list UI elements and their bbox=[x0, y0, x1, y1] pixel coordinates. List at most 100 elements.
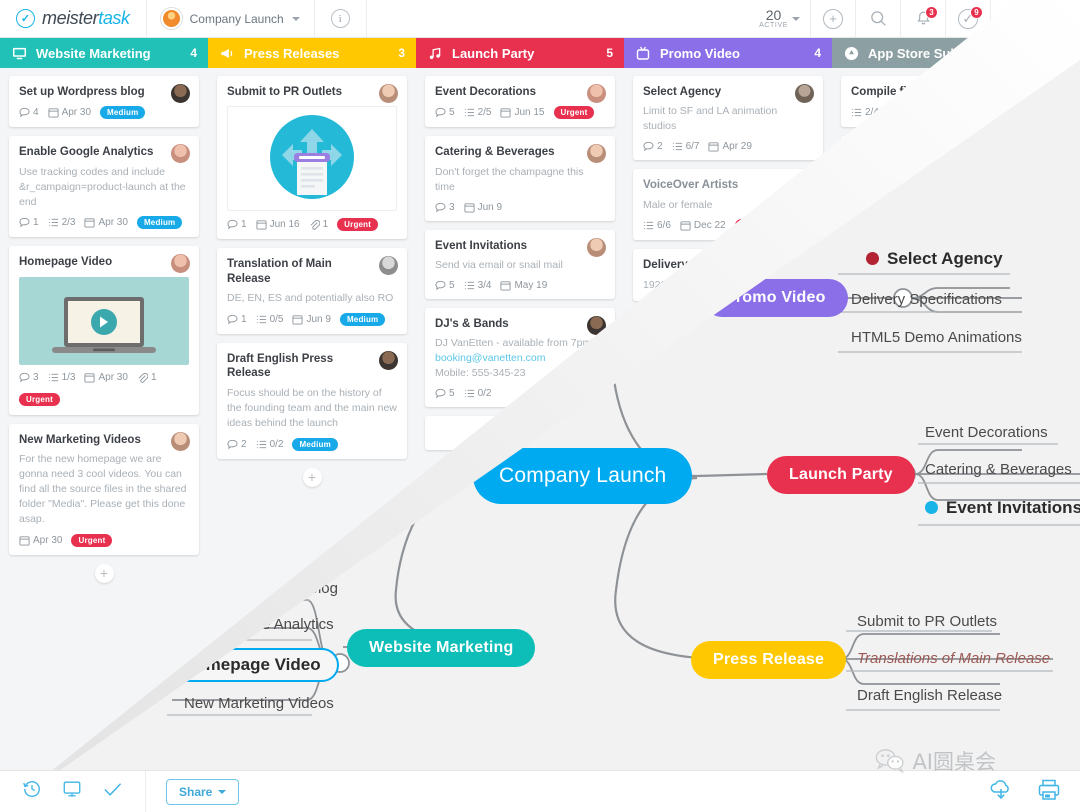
mindmap-leaf-translations-main-release[interactable]: Translations of Main Release bbox=[857, 650, 1050, 670]
avatar[interactable] bbox=[795, 84, 814, 103]
task-card[interactable]: Submit to PR Outlets 1 Jun 16 1 Urgent bbox=[217, 76, 407, 240]
comments-count[interactable]: 3 bbox=[19, 372, 39, 383]
print-button[interactable] bbox=[1036, 778, 1062, 807]
comments-count[interactable]: 4 bbox=[19, 107, 39, 118]
presentation-icon[interactable] bbox=[62, 779, 82, 804]
priority-tag[interactable]: Urgent bbox=[337, 218, 379, 232]
chevron-down-icon[interactable] bbox=[291, 16, 300, 21]
priority-tag[interactable]: Medium bbox=[136, 216, 183, 230]
checklist-progress[interactable]: 3/4 bbox=[464, 280, 491, 291]
task-card[interactable]: Event Invitations Send via email or snai… bbox=[425, 229, 615, 299]
comments-count[interactable]: 5 bbox=[435, 388, 455, 399]
priority-tag[interactable]: Medium bbox=[100, 106, 146, 120]
mindmap-branch-press-release[interactable]: Press Release bbox=[691, 641, 847, 679]
task-card[interactable]: Homepage Video 3 1/3 Apr 30 1 Urgent bbox=[9, 246, 199, 415]
checklist-progress[interactable]: 6/7 bbox=[672, 141, 699, 152]
due-date[interactable]: Apr 30 bbox=[84, 217, 128, 228]
mindmap-leaf-event-decorations[interactable]: Event Decorations bbox=[925, 424, 1048, 444]
search-button[interactable] bbox=[855, 0, 900, 38]
checklist-progress[interactable]: 2/3 bbox=[48, 217, 75, 228]
mindmap-leaf-submit-pr-outlets[interactable]: Submit to PR Outlets bbox=[857, 613, 997, 633]
card-thumbnail[interactable] bbox=[19, 276, 189, 365]
mindmap-leaf-new-marketing-videos[interactable]: New Marketing Videos bbox=[184, 695, 334, 715]
task-card[interactable]: Catering & Beverages Don't forget the ch… bbox=[425, 136, 615, 221]
priority-tag[interactable]: Medium bbox=[339, 313, 386, 327]
column-header-promo-video[interactable]: Promo Video 4 bbox=[624, 38, 832, 68]
priority-tag[interactable]: Urgent bbox=[19, 392, 60, 406]
chevron-down-icon[interactable] bbox=[792, 16, 800, 21]
avatar[interactable] bbox=[379, 351, 398, 371]
column-header-launch-party[interactable]: Launch Party 5 bbox=[416, 38, 624, 68]
comments-count[interactable]: 1 bbox=[227, 314, 247, 325]
column-header-website-marketing[interactable]: Website Marketing 4 bbox=[0, 38, 208, 68]
task-card[interactable]: Set up Wordpress blog 4 Apr 30 Medium bbox=[9, 76, 199, 128]
cloud-download-button[interactable] bbox=[988, 778, 1014, 807]
avatar[interactable] bbox=[171, 144, 190, 164]
avatar[interactable] bbox=[171, 254, 190, 274]
mindmap-branch-website-marketing[interactable]: Website Marketing bbox=[347, 629, 536, 667]
comments-count[interactable]: 5 bbox=[435, 280, 455, 291]
comments-count[interactable]: 5 bbox=[435, 107, 455, 118]
comments-count[interactable]: 3 bbox=[435, 202, 455, 213]
checklist-progress[interactable]: 0/5 bbox=[256, 314, 283, 325]
priority-tag[interactable]: Medium bbox=[292, 437, 338, 451]
task-card[interactable]: Translation of Main Release DE, EN, ES a… bbox=[217, 248, 407, 335]
task-card[interactable]: Select Agency Limit to SF and LA animati… bbox=[633, 76, 823, 161]
notifications-button[interactable]: 3 bbox=[900, 0, 945, 38]
due-date[interactable]: Apr 30 bbox=[84, 372, 128, 383]
comments-count[interactable]: 1 bbox=[227, 219, 247, 230]
due-date[interactable]: Jun 16 bbox=[256, 219, 300, 230]
comments-count[interactable]: 2 bbox=[227, 439, 247, 450]
avatar[interactable] bbox=[171, 431, 190, 451]
avatar[interactable] bbox=[587, 84, 606, 103]
due-date[interactable]: Apr 30 bbox=[19, 535, 62, 546]
mindmap-branch-launch-party[interactable]: Launch Party bbox=[767, 456, 915, 494]
task-card[interactable]: Event Decorations 5 2/5 Jun 15 Urgent bbox=[425, 76, 615, 128]
mindmap-leaf-catering-beverages[interactable]: Catering & Beverages bbox=[925, 461, 1072, 481]
mindmap-leaf-select-agency[interactable]: Select Agency bbox=[866, 249, 1003, 272]
due-date[interactable]: Jun 15 bbox=[500, 107, 545, 118]
due-date[interactable]: Dec 22 bbox=[680, 220, 726, 231]
mindmap-leaf-draft-english-release[interactable]: Draft English Release bbox=[857, 687, 1002, 707]
checklist-icon bbox=[48, 219, 58, 227]
attachments-count[interactable]: 1 bbox=[309, 219, 328, 230]
avatar[interactable] bbox=[587, 144, 606, 164]
check-icon[interactable] bbox=[102, 779, 123, 805]
checklist-progress[interactable]: 6/6 bbox=[643, 220, 671, 231]
checklist-progress[interactable]: 0/2 bbox=[256, 439, 283, 450]
active-tasks-indicator[interactable]: 20 ACTIVE bbox=[749, 8, 810, 29]
priority-tag[interactable]: Urgent bbox=[71, 533, 113, 547]
attachments-count[interactable]: 1 bbox=[137, 372, 157, 383]
task-card[interactable]: Draft English Press Release Focus should… bbox=[217, 343, 407, 459]
priority-tag[interactable]: Urgent bbox=[553, 106, 595, 120]
card-thumbnail[interactable] bbox=[227, 106, 397, 212]
checklist-progress[interactable]: 0/2 bbox=[464, 388, 491, 399]
add-card-button[interactable]: + bbox=[94, 563, 114, 583]
due-date[interactable]: Jun 9 bbox=[464, 202, 502, 213]
project-selector[interactable]: Company Launch bbox=[147, 0, 315, 37]
mindmap-leaf-event-invitations[interactable]: Event Invitations bbox=[925, 498, 1080, 521]
column-website-marketing[interactable]: Set up Wordpress blog 4 Apr 30 Medium En… bbox=[0, 68, 208, 770]
due-date[interactable]: Apr 29 bbox=[708, 141, 752, 152]
add-button[interactable]: + bbox=[810, 0, 855, 38]
add-card-button[interactable]: + bbox=[302, 467, 322, 487]
mindmap-leaf-html5-demo-animations[interactable]: HTML5 Demo Animations bbox=[851, 329, 1022, 349]
comments-count[interactable]: 1 bbox=[19, 217, 39, 228]
due-date[interactable]: Jun 9 bbox=[292, 314, 331, 325]
due-date[interactable]: Apr 30 bbox=[48, 107, 91, 118]
avatar[interactable] bbox=[587, 237, 606, 257]
project-info-button[interactable]: i bbox=[315, 0, 367, 37]
comments-count[interactable]: 2 bbox=[643, 141, 663, 152]
task-card[interactable]: New Marketing Videos For the new homepag… bbox=[9, 423, 199, 555]
checklist-progress[interactable]: 2/5 bbox=[464, 107, 491, 118]
checklist-progress[interactable]: 1/3 bbox=[48, 372, 75, 383]
share-button[interactable]: Share bbox=[166, 778, 240, 805]
avatar[interactable] bbox=[171, 84, 190, 103]
due-date[interactable]: May 19 bbox=[500, 280, 547, 291]
mindmap-leaf-delivery-specifications[interactable]: Delivery Specifications bbox=[851, 291, 1002, 311]
avatar[interactable] bbox=[379, 84, 398, 103]
app-logo[interactable]: ✓ meistertask bbox=[0, 0, 147, 37]
history-icon[interactable] bbox=[22, 779, 42, 804]
task-card[interactable]: Enable Google Analytics Use tracking cod… bbox=[9, 136, 199, 238]
column-header-press-releases[interactable]: Press Releases 3 bbox=[208, 38, 416, 68]
